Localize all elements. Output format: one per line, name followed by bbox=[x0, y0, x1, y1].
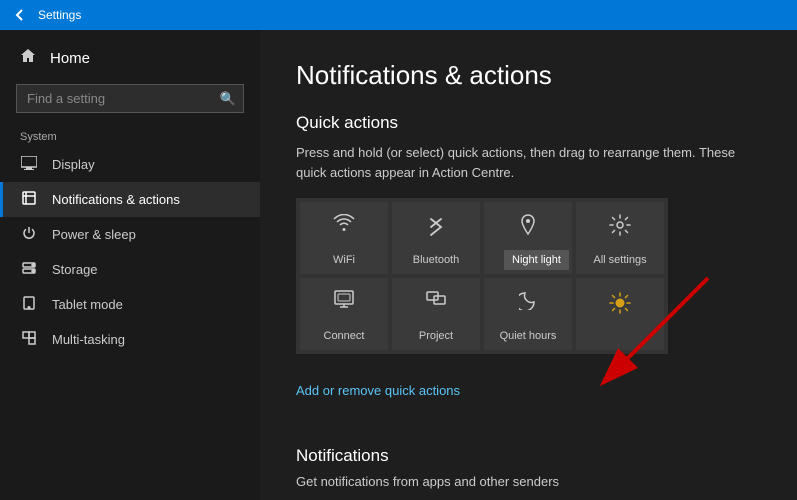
qa-tile-allsettings[interactable]: All settings bbox=[576, 202, 664, 274]
home-label: Home bbox=[50, 50, 90, 67]
multitasking-icon bbox=[20, 331, 38, 348]
qa-tile-bluetooth[interactable]: Bluetooth bbox=[392, 202, 480, 274]
app-title: Settings bbox=[38, 8, 81, 22]
qa-tile-quiethours[interactable]: Quiet hours bbox=[484, 278, 572, 350]
moon-icon bbox=[519, 290, 537, 316]
quiethours-label: Quiet hours bbox=[500, 330, 557, 342]
qa-tile-project[interactable]: Project bbox=[392, 278, 480, 350]
sun-icon bbox=[609, 292, 631, 320]
search-icon: 🔍 bbox=[220, 91, 236, 107]
bluetooth-label: Bluetooth bbox=[413, 254, 459, 266]
location-label: Location bbox=[507, 254, 549, 266]
sidebar-item-display[interactable]: Display bbox=[0, 147, 260, 182]
connect-label: Connect bbox=[324, 330, 365, 342]
content-area: Notifications & actions Quick actions Pr… bbox=[260, 30, 797, 500]
back-button[interactable] bbox=[10, 5, 30, 25]
connect-icon bbox=[334, 290, 354, 314]
gear-icon bbox=[609, 214, 631, 242]
quick-actions-desc: Press and hold (or select) quick actions… bbox=[296, 143, 756, 182]
wifi-label: WiFi bbox=[333, 254, 355, 266]
allsettings-label: All settings bbox=[593, 254, 646, 266]
qa-tile-wifi[interactable]: WiFi bbox=[300, 202, 388, 274]
qa-tile-location[interactable]: Location bbox=[484, 202, 572, 274]
page-title: Notifications & actions bbox=[296, 60, 761, 91]
power-icon bbox=[20, 226, 38, 243]
search-box[interactable]: 🔍 bbox=[16, 84, 244, 113]
quick-actions-title: Quick actions bbox=[296, 113, 761, 133]
notifications-label: Notifications & actions bbox=[52, 192, 180, 207]
qa-tile-connect[interactable]: Connect bbox=[300, 278, 388, 350]
storage-label: Storage bbox=[52, 262, 98, 277]
quick-actions-grid: WiFi Bluetooth bbox=[296, 198, 668, 354]
sidebar-item-home[interactable]: Home bbox=[0, 40, 260, 76]
sidebar-item-tablet[interactable]: Tablet mode bbox=[0, 287, 260, 322]
display-label: Display bbox=[52, 157, 95, 172]
tablet-icon bbox=[20, 296, 38, 313]
qa-tile-nightlight[interactable] bbox=[576, 278, 664, 350]
bluetooth-icon bbox=[428, 214, 444, 242]
sidebar-item-notifications[interactable]: Notifications & actions bbox=[0, 182, 260, 217]
tablet-label: Tablet mode bbox=[52, 297, 123, 312]
title-bar: Settings bbox=[0, 0, 797, 30]
notifications-section-desc: Get notifications from apps and other se… bbox=[296, 474, 756, 489]
sidebar: Home 🔍 System Display bbox=[0, 30, 260, 500]
home-icon bbox=[20, 48, 36, 68]
location-icon bbox=[519, 214, 537, 242]
sidebar-section-system: System bbox=[0, 121, 260, 147]
search-input[interactable] bbox=[16, 84, 244, 113]
app-body: Home 🔍 System Display bbox=[0, 30, 797, 500]
display-icon bbox=[20, 156, 38, 173]
project-label: Project bbox=[419, 330, 453, 342]
notifications-icon bbox=[20, 191, 38, 208]
add-remove-link[interactable]: Add or remove quick actions bbox=[296, 383, 460, 398]
project-icon bbox=[426, 290, 446, 313]
sidebar-item-storage[interactable]: Storage bbox=[0, 252, 260, 287]
sidebar-item-multitasking[interactable]: Multi-tasking bbox=[0, 322, 260, 357]
sidebar-item-power[interactable]: Power & sleep bbox=[0, 217, 260, 252]
notifications-section-title: Notifications bbox=[296, 446, 761, 466]
storage-icon bbox=[20, 261, 38, 278]
power-label: Power & sleep bbox=[52, 227, 136, 242]
multitasking-label: Multi-tasking bbox=[52, 332, 125, 347]
wifi-icon bbox=[333, 214, 355, 238]
